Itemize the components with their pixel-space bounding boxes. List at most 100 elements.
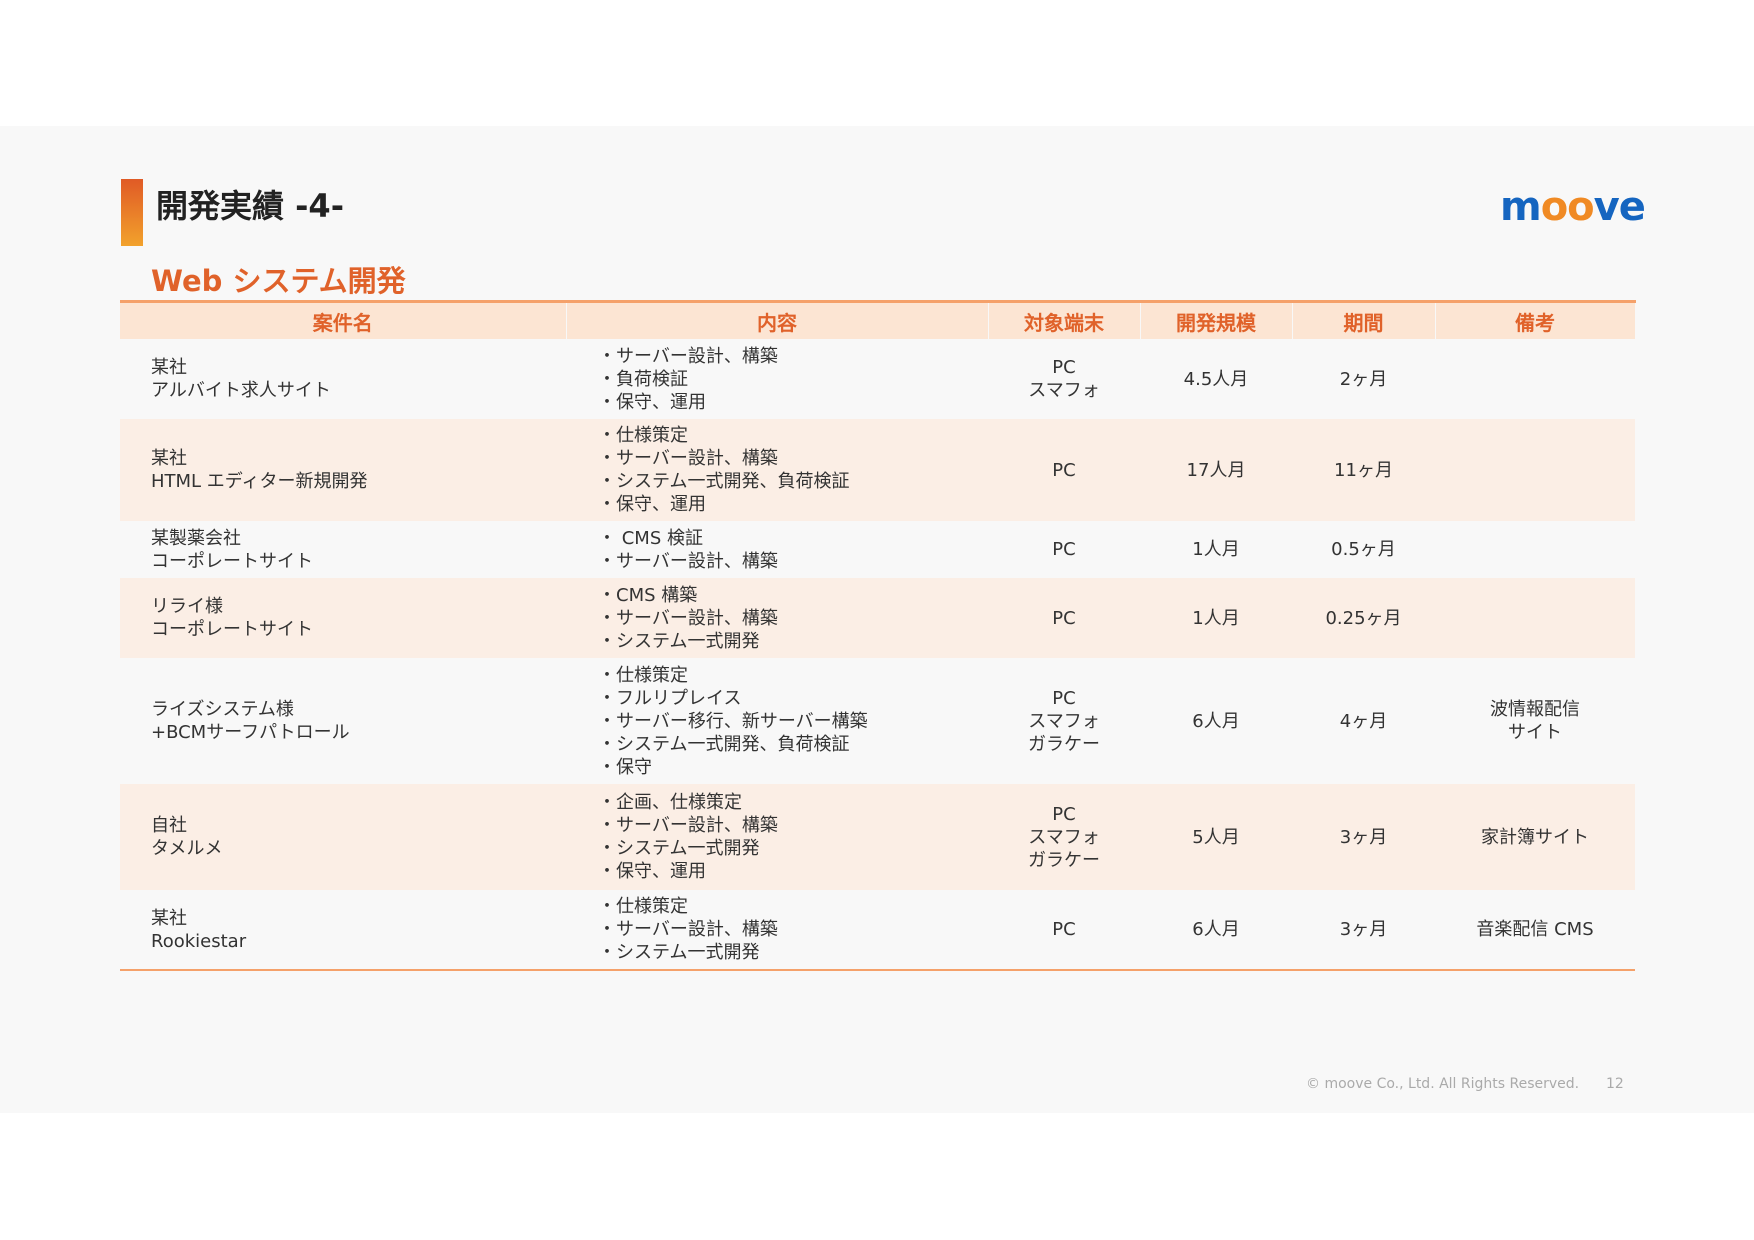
cell-content-line: ・システム一式開発、負荷検証 (598, 471, 850, 492)
cell-note-line: 家計簿サイト (1481, 826, 1589, 848)
cell-name: 某製薬会社 コーポレートサイト (120, 521, 566, 578)
cell-content: ・CMS 構築 ・サーバー設計、構築 ・システム一式開発 (566, 578, 988, 658)
cell-device: PC (988, 578, 1140, 658)
cell-scale: 5人月 (1192, 826, 1240, 848)
section-subtitle: Web システム開発 (151, 264, 406, 298)
page-number: 12 (1606, 1076, 1624, 1092)
table-row: ライズシステム様 +BCMサーフパトロール ・仕様策定 ・フルリプレイス ・サーバー移行… (120, 658, 1635, 784)
cell-name: 某社 Rookiestar (120, 890, 566, 970)
cell-content-line: ・サーバー移行、新サーバー構築 (598, 710, 868, 732)
cell-content: ・ CMS 検証 ・サーバー設計、構築 (566, 521, 988, 578)
cell-note (1435, 521, 1635, 578)
cell-device-line: PC (1052, 539, 1076, 560)
cell-content-line: ・保守、運用 (598, 391, 706, 413)
cell-content-line: ・企画、仕様策定 (598, 792, 742, 813)
cell-scale: 17人月 (1186, 459, 1246, 481)
table-row: 某社 アルバイト求人サイト ・サーバー設計、構築 ・負荷検証 ・保守、運用 PC スマフォ 4… (120, 339, 1635, 419)
table-row: 自社 タメルメ ・企画、仕様策定 ・サーバー設計、構築 ・システム一式開発 ・保守、運用 P… (120, 784, 1635, 890)
cell-period: 11ヶ月 (1334, 459, 1393, 481)
cell-period: 3ヶ月 (1339, 826, 1388, 848)
cell-content: ・企画、仕様策定 ・サーバー設計、構築 ・システム一式開発 ・保守、運用 (566, 784, 988, 890)
cell-device-line: PC (1052, 459, 1076, 481)
cell-device: PC (988, 890, 1140, 970)
copyright: © moove Co., Ltd. All Rights Reserved. (1306, 1076, 1580, 1092)
column-header-period: 期間 (1292, 301, 1436, 339)
cell-content-line: ・サーバー設計、構築 (598, 815, 778, 836)
cell-content-line: ・ CMS 検証 (598, 527, 703, 549)
cell-scale: 6人月 (1192, 919, 1240, 940)
cell-device: PC (988, 521, 1140, 578)
cell-content: ・サーバー設計、構築 ・負荷検証 ・保守、運用 (566, 339, 988, 419)
cell-content-line: ・仕様策定 (598, 425, 688, 446)
cell-content-line: ・仕様策定 (598, 664, 688, 686)
cell-content-line: ・サーバー設計、構築 (598, 550, 778, 572)
cell-name-line: HTML エディター新規開発 (151, 471, 368, 492)
cell-content-line: ・負荷検証 (598, 368, 688, 390)
cell-name-line: 某社 (151, 448, 187, 469)
cell-device: PC スマフォ (988, 339, 1140, 419)
cell-device-line: PC (1052, 357, 1076, 378)
cell-name: ライズシステム様 +BCMサーフパトロール (120, 658, 566, 784)
table-row: リライ様 コーポレートサイト ・CMS 構築 ・サーバー設計、構築 ・システム一式開発 P… (120, 578, 1635, 658)
cell-note-line: 音楽配信 CMS (1476, 919, 1594, 940)
cell-device-line: PC (1052, 687, 1076, 709)
cell-device-line: ガラケー (1028, 849, 1100, 871)
cell-device-line: スマフォ (1028, 380, 1100, 401)
cell-name-line: ライズシステム様 (151, 699, 294, 720)
cell-scale: 1人月 (1192, 607, 1240, 629)
cell-period: 4ヶ月 (1339, 710, 1388, 732)
table-header-row: 案件名 内容 対象端末 開発規模 期間 備考 (120, 301, 1636, 339)
cell-note-line: 波情報配信 (1490, 699, 1580, 720)
cell-device-line: ガラケー (1028, 733, 1100, 755)
cell-content-line: ・保守 (598, 756, 652, 778)
title-accent-bar (121, 179, 143, 246)
cell-note-line: サイト (1508, 722, 1562, 743)
cell-device-line: PC (1052, 803, 1076, 825)
cell-note (1435, 339, 1635, 419)
cell-name: 某社 HTML エディター新規開発 (120, 419, 566, 521)
cell-period: 3ヶ月 (1339, 919, 1388, 940)
cell-name-line: コーポレートサイト (151, 550, 313, 572)
column-header-device: 対象端末 (988, 301, 1141, 339)
cell-content-line: ・システム一式開発 (598, 838, 760, 859)
cell-name-line: コーポレートサイト (151, 619, 313, 640)
cell-note: 音楽配信 CMS (1435, 890, 1635, 970)
cell-name: 自社 タメルメ (120, 784, 566, 890)
cell-device-line: PC (1052, 919, 1076, 940)
cell-note: 波情報配信 サイト (1435, 658, 1635, 784)
cell-device: PC (988, 419, 1140, 521)
cell-note (1435, 578, 1635, 658)
cell-content-line: ・仕様策定 (598, 896, 688, 917)
cell-content-line: ・サーバー設計、構築 (598, 448, 778, 469)
cell-period: 0.25ヶ月 (1325, 607, 1402, 629)
cell-device: PC スマフォ ガラケー (988, 784, 1140, 890)
cell-name-line: タメルメ (151, 838, 223, 859)
cell-name-line: アルバイト求人サイト (151, 380, 331, 401)
cell-content-line: ・サーバー設計、構築 (598, 919, 778, 940)
cell-content-line: ・サーバー設計、構築 (598, 345, 778, 367)
cell-note: 家計簿サイト (1435, 784, 1635, 890)
slide: 開発実績 -4- moove Web システム開発 案件名 内容 対象端末 開発… (0, 126, 1754, 1113)
cell-content: ・仕様策定 ・サーバー設計、構築 ・システム一式開発 (566, 890, 988, 970)
column-header-content: 内容 (566, 301, 989, 339)
cell-content: ・仕様策定 ・フルリプレイス ・サーバー移行、新サーバー構築 ・システム一式開発、負荷… (566, 658, 988, 784)
cell-name-line: +BCMサーフパトロール (151, 722, 350, 743)
cell-content: ・仕様策定 ・サーバー設計、構築 ・システム一式開発、負荷検証 ・保守、運用 (566, 419, 988, 521)
cell-name-line: 自社 (151, 815, 187, 836)
projects-table: 案件名 内容 対象端末 開発規模 期間 備考 某社 アルバイト求人サイト ・サーバー… (120, 300, 1636, 971)
column-header-name: 案件名 (120, 301, 567, 339)
cell-content-line: ・フルリプレイス (598, 687, 742, 709)
cell-content-line: ・保守、運用 (598, 861, 706, 882)
cell-scale: 4.5人月 (1183, 368, 1249, 390)
cell-note (1435, 419, 1635, 521)
cell-name-line: 某社 (151, 907, 187, 929)
cell-content-line: ・システム一式開発 (598, 630, 760, 652)
page-title: 開発実績 -4- (156, 187, 344, 225)
cell-scale: 6人月 (1192, 710, 1240, 732)
cell-content-line: ・システム一式開発、負荷検証 (598, 733, 850, 755)
cell-name: 某社 アルバイト求人サイト (120, 339, 566, 419)
cell-name-line: Rookiestar (151, 930, 247, 952)
table-row: 某社 HTML エディター新規開発 ・仕様策定 ・サーバー設計、構築 ・システム一式開発… (120, 419, 1635, 521)
table-row: 某製薬会社 コーポレートサイト・ CMS 検証 ・サーバー設計、構築 PC 1人月 0.5… (120, 521, 1635, 578)
cell-name-line: 某社 (151, 357, 187, 378)
